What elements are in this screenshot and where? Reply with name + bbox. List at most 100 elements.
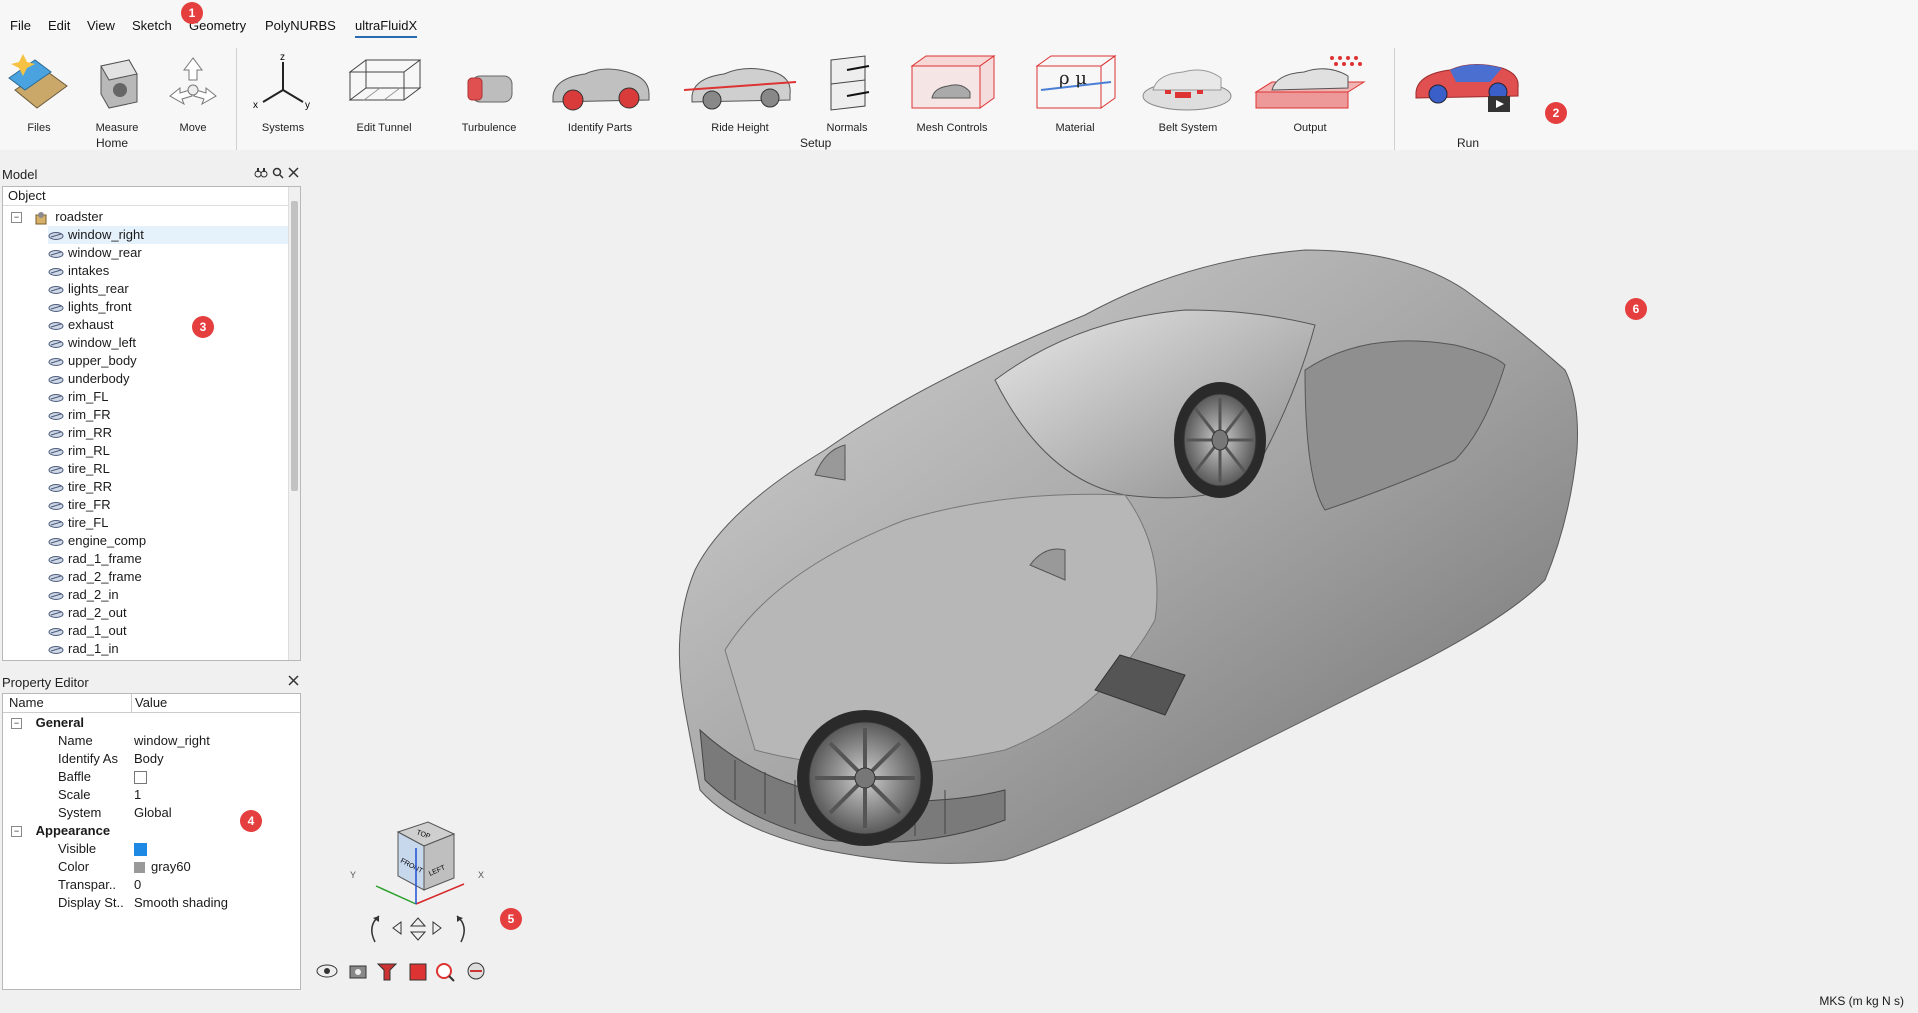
tree-item[interactable]: exhaust	[48, 316, 288, 334]
tree-item[interactable]: rad_2_out	[48, 604, 288, 622]
group-appearance[interactable]: − Appearance	[11, 822, 110, 840]
group-general[interactable]: − General	[11, 714, 84, 732]
clipping-box-icon[interactable]	[409, 963, 427, 981]
prop-color-value[interactable]: gray60	[134, 858, 191, 876]
tree-item[interactable]: rim_RR	[48, 424, 288, 442]
visible-checkbox[interactable]	[134, 843, 147, 857]
measure-icon	[100, 59, 138, 109]
eye-icon[interactable]	[316, 964, 338, 978]
systems-button[interactable]: z x y Systems	[248, 52, 318, 134]
car-model[interactable]	[305, 150, 1918, 990]
model-tree[interactable]: Object − roadster window_right window_rea…	[2, 186, 301, 661]
move-button[interactable]: Move	[158, 52, 228, 134]
menu-ultrafluidx[interactable]: ultraFluidX	[355, 18, 418, 38]
tree-item[interactable]: tire_FL	[48, 514, 288, 532]
identify-parts-button[interactable]: Identify Parts	[544, 52, 656, 134]
ribbon-toolbar: Files Measure Move Home z x y Systems Ed…	[0, 42, 1918, 150]
tree-item[interactable]: engine_comp	[48, 532, 288, 550]
menu-polynurbs[interactable]: PolyNURBS	[265, 18, 336, 33]
tree-item[interactable]: tire_RR	[48, 478, 288, 496]
annotation-badge-6: 6	[1625, 298, 1647, 320]
view-cube[interactable]: TOP FRONT LEFT Y X	[350, 818, 490, 914]
menu-file[interactable]: File	[10, 18, 31, 33]
pan-up-icon[interactable]	[409, 917, 427, 927]
pan-left-icon[interactable]	[392, 921, 402, 935]
binoculars-icon[interactable]	[254, 167, 268, 179]
close-icon[interactable]	[288, 167, 299, 178]
move-icon	[169, 57, 217, 106]
ride-height-button[interactable]: Ride Height	[684, 52, 796, 134]
tree-item[interactable]: rim_FL	[48, 388, 288, 406]
tree-item[interactable]: underbody	[48, 370, 288, 388]
edit-tunnel-button[interactable]: Edit Tunnel	[344, 52, 424, 134]
menu-view[interactable]: View	[87, 18, 115, 33]
belt-system-button[interactable]: Belt System	[1138, 52, 1238, 134]
annotation-badge-1: 1	[181, 2, 203, 24]
prop-system-value[interactable]: Global	[134, 804, 172, 822]
pan-right-icon[interactable]	[432, 921, 442, 935]
part-icon	[48, 321, 64, 330]
baffle-checkbox[interactable]	[134, 771, 147, 785]
menu-sketch[interactable]: Sketch	[132, 18, 172, 33]
output-button[interactable]: Output	[1252, 52, 1368, 134]
normals-button[interactable]: Normals	[812, 52, 882, 134]
tree-item[interactable]: upper_body	[48, 352, 288, 370]
annotation-badge-4: 4	[240, 810, 262, 832]
mesh-controls-button[interactable]: Mesh Controls	[900, 52, 1004, 134]
prop-display-value[interactable]: Smooth shading	[134, 894, 228, 912]
material-button[interactable]: ρ μ Material	[1030, 52, 1120, 134]
prop-visible-value[interactable]	[134, 840, 147, 858]
close-icon[interactable]	[288, 675, 299, 686]
collapse-icon[interactable]: −	[11, 718, 22, 730]
prop-system-label: System	[58, 805, 102, 820]
prop-display-label: Display St..	[58, 895, 124, 910]
view-navigation-arrows[interactable]	[365, 912, 473, 946]
tree-item[interactable]: rim_FR	[48, 406, 288, 424]
tree-item[interactable]: tire_FR	[48, 496, 288, 514]
tree-scroll-thumb[interactable]	[291, 201, 298, 491]
camera-icon[interactable]	[349, 965, 367, 979]
tree-item[interactable]: tire_RL	[48, 460, 288, 478]
output-label: Output	[1293, 122, 1327, 134]
prop-transparency-value[interactable]: 0	[134, 876, 141, 894]
tree-item[interactable]: window_right	[48, 226, 288, 244]
collapse-icon[interactable]: −	[11, 826, 22, 838]
zoom-fit-icon[interactable]	[436, 963, 455, 982]
tree-item[interactable]: rad_2_frame	[48, 568, 288, 586]
group-general-label: General	[35, 715, 85, 730]
turbulence-button[interactable]: Turbulence	[454, 52, 524, 134]
files-button[interactable]: Files	[4, 52, 74, 134]
tree-item[interactable]: lights_rear	[48, 280, 288, 298]
tree-item[interactable]: rad_1_frame	[48, 550, 288, 568]
move-label: Move	[179, 122, 207, 134]
run-label: Run	[1456, 136, 1480, 150]
collapse-icon[interactable]: −	[11, 212, 22, 224]
tree-item[interactable]: window_rear	[48, 244, 288, 262]
identify-parts-icon	[552, 68, 650, 111]
column-value: Value	[135, 695, 168, 710]
part-icon	[48, 429, 64, 438]
menu-edit[interactable]: Edit	[48, 18, 70, 33]
section-cut-icon[interactable]	[376, 963, 398, 981]
prop-identify-value[interactable]: Body	[134, 750, 164, 768]
tree-root-roadster[interactable]: − roadster	[11, 208, 103, 226]
ride-height-label: Ride Height	[711, 122, 769, 134]
tree-item[interactable]: rim_RL	[48, 442, 288, 460]
pan-down-icon[interactable]	[409, 931, 427, 941]
tree-item[interactable]: intakes	[48, 262, 288, 280]
ribbon-separator	[1394, 48, 1395, 150]
render-mode-icon[interactable]	[467, 962, 485, 980]
tree-item[interactable]: rad_1_out	[48, 622, 288, 640]
prop-baffle-value[interactable]	[134, 768, 147, 786]
tree-item[interactable]: rad_1_in	[48, 640, 288, 658]
run-button[interactable]: Run	[1410, 52, 1526, 150]
tree-item[interactable]: window_left	[48, 334, 288, 352]
prop-scale-value[interactable]: 1	[134, 786, 141, 804]
search-icon[interactable]	[272, 167, 284, 179]
measure-button[interactable]: Measure	[82, 52, 152, 134]
prop-name-value[interactable]: window_right	[134, 732, 210, 750]
tree-item[interactable]: rad_2_in	[48, 586, 288, 604]
tree-item[interactable]: lights_front	[48, 298, 288, 316]
tree-scrollbar[interactable]	[288, 187, 300, 660]
3d-viewport[interactable]	[305, 150, 1918, 990]
